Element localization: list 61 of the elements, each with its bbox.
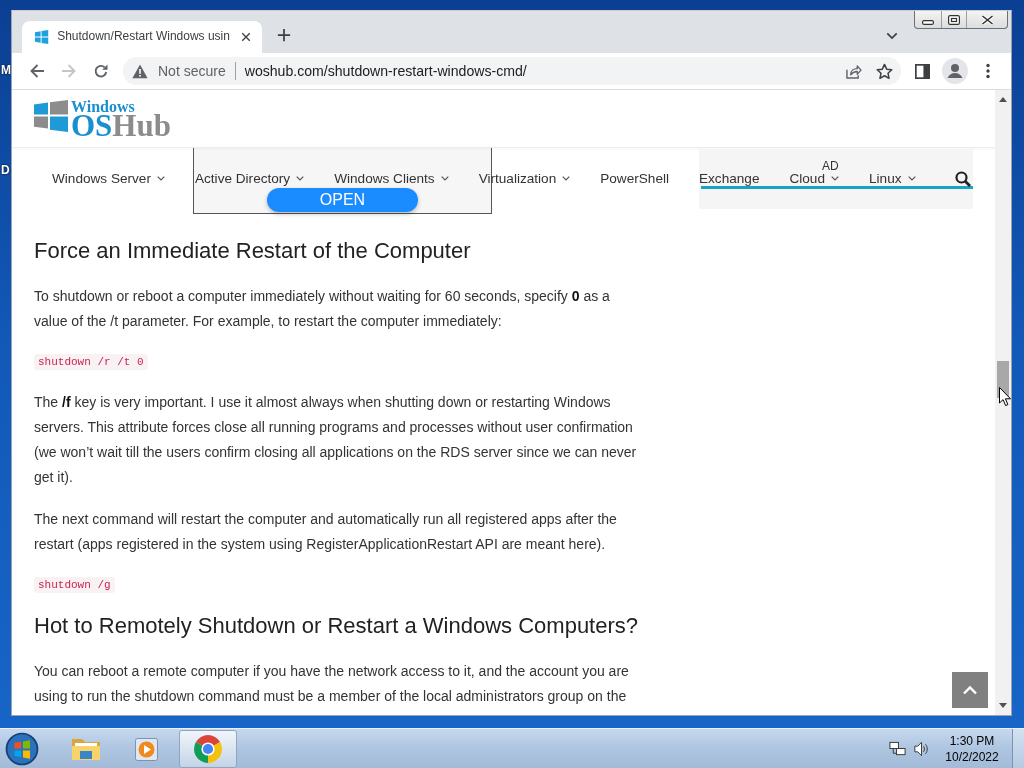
nav-link[interactable]: Windows Server (52, 170, 165, 187)
forward-arrow-icon (61, 63, 77, 79)
taskbar-button[interactable] (179, 729, 237, 768)
close-icon (241, 32, 252, 42)
section-heading: Hot to Remotely Shutdown or Restart a Windows Computers? (34, 613, 640, 639)
mouse-pointer-icon (999, 387, 1011, 407)
clock-date[interactable]: 10/2/2022 (945, 748, 999, 765)
show-desktop-button[interactable] (1012, 728, 1024, 768)
kebab-menu-icon (986, 63, 990, 79)
speaker-icon[interactable] (913, 740, 930, 757)
nav-link[interactable]: PowerShell (600, 170, 669, 187)
address-bar[interactable]: Not secure woshub.com/shutdown-restart-windows-cmd/ (123, 57, 901, 85)
url-text[interactable]: woshub.com/shutdown-restart-windows-cmd/ (244, 61, 527, 81)
avatar-icon (942, 58, 968, 84)
reload-icon (93, 63, 109, 79)
article-paragraph: The /f key is very important. I use it almost always when shutting down or restarting Windows servers. This attribute forces close all running programs and processes without user confirmation (we won’t wait till the users confirm closing all applications on the RDS server since we can never get it). (34, 393, 638, 487)
article-paragraph: The next command will restart the computer and automatically run all registered apps after the restart (apps registered in the system using RegisterApplicationRestart API are meant here). (34, 510, 618, 554)
article-paragraph: You can reboot a remote computer if you have the network access to it, and the account you are using to run the shutdown command must be a member of the local administrators group on the (34, 662, 630, 706)
logo-tagline: Windows (71, 100, 135, 113)
security-label[interactable]: Not secure (158, 61, 226, 81)
back-arrow-icon (29, 63, 45, 79)
chevron-down-icon (886, 32, 898, 40)
chevron-down-icon (440, 176, 449, 181)
share-icon (844, 63, 862, 79)
desktop-icon-label: D (1, 163, 10, 177)
back-to-top-button[interactable] (952, 672, 988, 708)
network-icon[interactable] (889, 740, 906, 757)
scroll-up-arrow-icon (999, 97, 1007, 102)
clock-time[interactable]: 1:30 PM (949, 732, 995, 749)
chevron-up-icon (962, 685, 978, 695)
browser-icon (193, 733, 223, 764)
plus-icon (277, 28, 291, 42)
logo-flag-icon (34, 100, 68, 132)
maximize-icon (948, 14, 960, 25)
search-button[interactable] (954, 169, 972, 188)
star-icon (875, 62, 893, 80)
scroll-down-arrow-icon (999, 703, 1007, 708)
warning-icon (132, 63, 148, 79)
code-snippet: shutdown /g (34, 577, 115, 593)
chevron-down-icon (296, 176, 305, 181)
desktop-icon-label: M (1, 63, 11, 77)
search-icon (955, 170, 971, 187)
browser-tab[interactable]: Shutdown/Restart Windows usin (22, 21, 262, 53)
minimize-icon (922, 20, 934, 25)
section-heading: Force an Immediate Restart of the Computer (34, 238, 472, 264)
chevron-down-icon (562, 176, 571, 181)
chevron-down-icon (156, 176, 165, 181)
article-paragraph: To shutdown or reboot a computer immediately without waiting for 60 seconds, specify 0 as a value of the /t parameter. For example, to restart the computer immediately: (34, 287, 611, 331)
code-snippet: shutdown /r /t 0 (34, 354, 148, 370)
profile-button[interactable] (941, 57, 969, 85)
favicon-icon (34, 29, 50, 45)
side-panel-icon (914, 63, 930, 79)
nav-link[interactable]: Exchange (699, 170, 760, 187)
close-icon (980, 14, 994, 25)
nav-link[interactable]: Active Directory (194, 170, 305, 187)
nav-link[interactable]: Windows Clients (334, 170, 449, 187)
vertical-scrollbar[interactable] (995, 90, 1011, 715)
ad-label: AD (822, 159, 839, 173)
start-orb-icon (5, 731, 39, 766)
logo-wordmark: OSHub (71, 113, 171, 139)
start-button[interactable] (4, 730, 40, 767)
